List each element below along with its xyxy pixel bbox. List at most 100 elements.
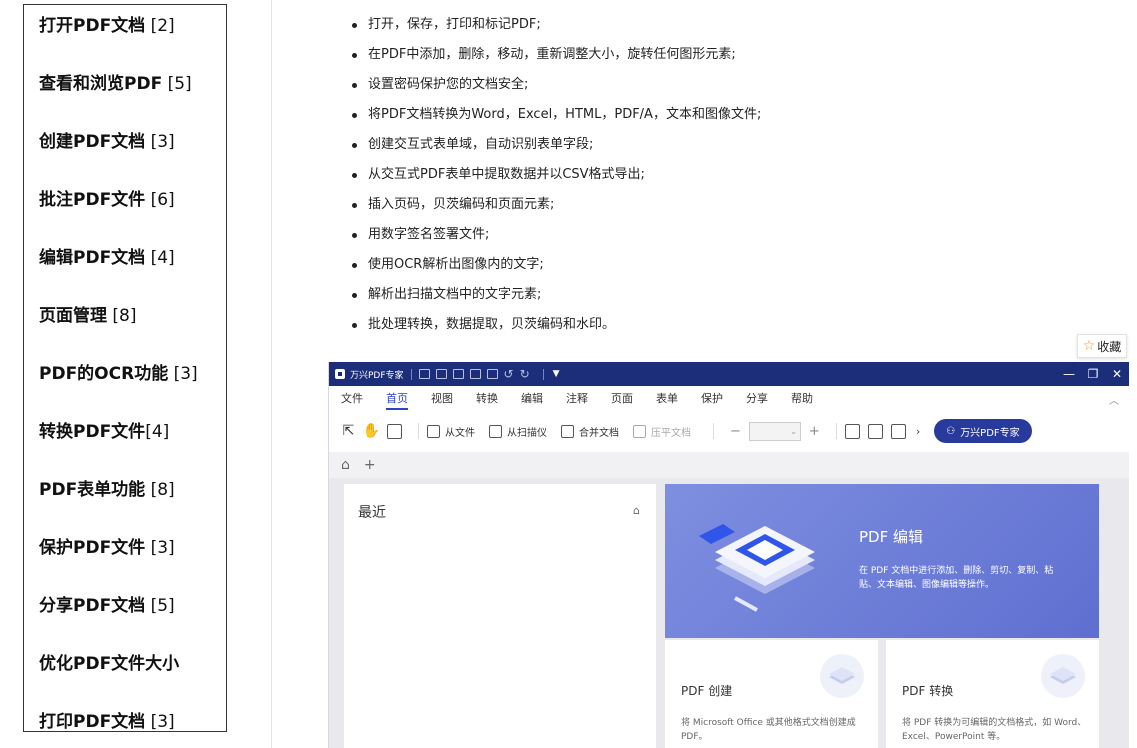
select-tool-icon[interactable]: ⇱ xyxy=(341,423,356,439)
mail-icon[interactable] xyxy=(452,369,464,379)
titlebar-divider xyxy=(542,368,544,380)
list-item: 从交互式PDF表单中提取数据并以CSV格式导出; xyxy=(351,160,761,190)
category-share-pdf[interactable]: 分享PDF文档 [5] xyxy=(39,591,175,616)
merge-label: 合并文档 xyxy=(579,427,619,439)
category-count: [6] xyxy=(145,190,175,210)
save-icon[interactable] xyxy=(435,369,447,379)
app-toolbar: ⇱ ✋ 从文件 从扫描仪 合并文档 压平文档 − ⌄ + › ⚇ 万兴PDF专家 xyxy=(329,410,1129,452)
feature-list: 打开，保存，打印和标记PDF; 在PDF中添加，删除，移动，重新调整大小，旋转任… xyxy=(351,10,761,340)
category-label: 保护PDF文件 xyxy=(39,538,146,558)
menu-convert[interactable]: 转换 xyxy=(476,390,498,410)
account-button[interactable]: ⚇ 万兴PDF专家 xyxy=(934,419,1032,443)
category-edit-pdf[interactable]: 编辑PDF文档 [4] xyxy=(39,243,175,268)
category-list: 打开PDF文档 [2] 查看和浏览PDF [5] 创建PDF文档 [3] 批注P… xyxy=(23,4,227,732)
menu-page[interactable]: 页面 xyxy=(611,390,633,410)
category-forms[interactable]: PDF表单功能 [8] xyxy=(39,475,175,500)
menu-protect[interactable]: 保护 xyxy=(701,390,723,410)
hand-tool-icon[interactable]: ✋ xyxy=(363,423,380,439)
category-protect-pdf[interactable]: 保护PDF文件 [3] xyxy=(39,533,175,558)
minimize-icon[interactable]: — xyxy=(1057,367,1081,381)
app-menubar: 文件 首页 视图 转换 编辑 注释 页面 表单 保护 分享 帮助 ︿ xyxy=(329,386,1129,410)
app-tabbar: ⌂ + xyxy=(329,452,1129,478)
open-folder-icon[interactable] xyxy=(418,369,430,379)
category-count: [3] xyxy=(145,538,175,558)
zoom-select[interactable]: ⌄ xyxy=(748,421,801,441)
close-icon[interactable]: ✕ xyxy=(1105,367,1129,381)
menu-home[interactable]: 首页 xyxy=(386,390,408,410)
pdf-create-desc: 将 Microsoft Office 或其他格式文档创建成 PDF。 xyxy=(681,718,856,742)
category-count: [3] xyxy=(145,712,175,732)
category-page-manage[interactable]: 页面管理 [8] xyxy=(39,301,136,326)
category-label: 创建PDF文档 xyxy=(39,132,146,152)
merge-button[interactable]: 合并文档 xyxy=(561,424,619,439)
category-optimize-pdf[interactable]: 优化PDF文件大小 xyxy=(39,649,179,674)
rotate-icon[interactable] xyxy=(890,423,906,439)
edit-tool-icon[interactable] xyxy=(387,423,402,439)
menu-file[interactable]: 文件 xyxy=(341,390,363,410)
toolbar-divider xyxy=(418,423,419,439)
flatten-button[interactable]: 压平文档 xyxy=(633,424,691,439)
zoom-out-button[interactable]: − xyxy=(730,424,741,439)
category-label: 打开PDF文档 xyxy=(39,16,146,36)
category-convert-pdf[interactable]: 转换PDF文件[4] xyxy=(39,417,169,442)
pdf-create-card[interactable]: PDF 创建 将 Microsoft Office 或其他格式文档创建成 PDF… xyxy=(665,640,878,748)
titlebar-divider xyxy=(410,368,412,380)
category-view-pdf[interactable]: 查看和浏览PDF [5] xyxy=(39,69,192,94)
category-label: 编辑PDF文档 xyxy=(39,248,146,268)
from-file-label: 从文件 xyxy=(445,427,475,439)
print-icon[interactable] xyxy=(469,369,481,379)
pdf-stack-illustration xyxy=(699,524,815,612)
column-divider xyxy=(271,0,272,748)
category-open-pdf[interactable]: 打开PDF文档 [2] xyxy=(39,11,175,36)
recent-panel: 最近 ⌂ xyxy=(344,484,656,748)
category-label: 分享PDF文档 xyxy=(39,596,146,616)
app-logo-icon xyxy=(335,369,345,379)
fit-width-icon[interactable] xyxy=(844,423,860,439)
toolbar-divider xyxy=(713,423,714,439)
maximize-icon[interactable]: ❐ xyxy=(1081,367,1105,381)
category-ocr[interactable]: PDF的OCR功能 [3] xyxy=(39,359,198,384)
favorite-button[interactable]: ☆ 收藏 xyxy=(1077,334,1127,358)
menu-help[interactable]: 帮助 xyxy=(791,390,813,410)
category-count: [4] xyxy=(145,422,170,442)
star-icon: ☆ xyxy=(1082,338,1096,354)
toolbar-divider xyxy=(835,423,837,439)
chevron-right-icon[interactable]: › xyxy=(916,425,920,438)
category-count: [5] xyxy=(162,74,192,94)
from-file-button[interactable]: 从文件 xyxy=(427,424,475,439)
quick-access-dropdown-icon[interactable]: ▼ xyxy=(553,369,560,379)
category-label: PDF表单功能 xyxy=(39,480,146,500)
pdf-edit-card[interactable]: PDF 编辑 在 PDF 文档中进行添加、删除、剪切、复制、粘贴、文本编辑、图像… xyxy=(665,484,1099,638)
category-annotate-pdf[interactable]: 批注PDF文件 [6] xyxy=(39,185,175,210)
menu-share[interactable]: 分享 xyxy=(746,390,768,410)
new-tab-icon[interactable]: + xyxy=(364,457,376,473)
category-count: [2] xyxy=(145,16,175,36)
collapse-ribbon-icon[interactable]: ︿ xyxy=(1109,392,1119,407)
menu-edit[interactable]: 编辑 xyxy=(521,390,543,410)
user-icon: ⚇ xyxy=(946,425,956,437)
category-count: [4] xyxy=(145,248,175,268)
list-item: 批处理转换，数据提取，贝茨编码和水印。 xyxy=(351,310,761,340)
category-create-pdf[interactable]: 创建PDF文档 [3] xyxy=(39,127,175,152)
list-item: 解析出扫描文档中的文字元素; xyxy=(351,280,761,310)
redo-icon[interactable]: ↻ xyxy=(520,367,530,381)
category-label: 页面管理 xyxy=(39,306,107,326)
undo-icon[interactable]: ↺ xyxy=(504,367,514,381)
app-titlebar: 万兴PDF专家 ↺ ↻ ▼ — ❐ ✕ xyxy=(329,362,1129,386)
favorite-label: 收藏 xyxy=(1097,339,1122,354)
list-item: 将PDF文档转换为Word，Excel，HTML，PDF/A，文本和图像文件; xyxy=(351,100,761,130)
category-label: 查看和浏览PDF xyxy=(39,74,163,94)
fit-page-icon[interactable] xyxy=(867,423,883,439)
clear-recent-icon[interactable]: ⌂ xyxy=(633,504,640,517)
edit-icon[interactable] xyxy=(486,369,498,379)
zoom-in-button[interactable]: + xyxy=(809,424,820,439)
list-item: 在PDF中添加，删除，移动，重新调整大小，旋转任何图形元素; xyxy=(351,40,761,70)
menu-comment[interactable]: 注释 xyxy=(566,390,588,410)
from-scanner-button[interactable]: 从扫描仪 xyxy=(489,424,547,439)
menu-view[interactable]: 视图 xyxy=(431,390,453,410)
pdf-convert-card[interactable]: PDF 转换 将 PDF 转换为可编辑的文档格式，如 Word、Excel、Po… xyxy=(886,640,1099,748)
category-print-pdf[interactable]: 打印PDF文档 [3] xyxy=(39,707,175,732)
home-icon[interactable]: ⌂ xyxy=(341,457,350,473)
app-screenshot: 万兴PDF专家 ↺ ↻ ▼ — ❐ ✕ 文件 首页 视图 转换 编辑 注释 页面… xyxy=(328,362,1129,748)
menu-form[interactable]: 表单 xyxy=(656,390,678,410)
